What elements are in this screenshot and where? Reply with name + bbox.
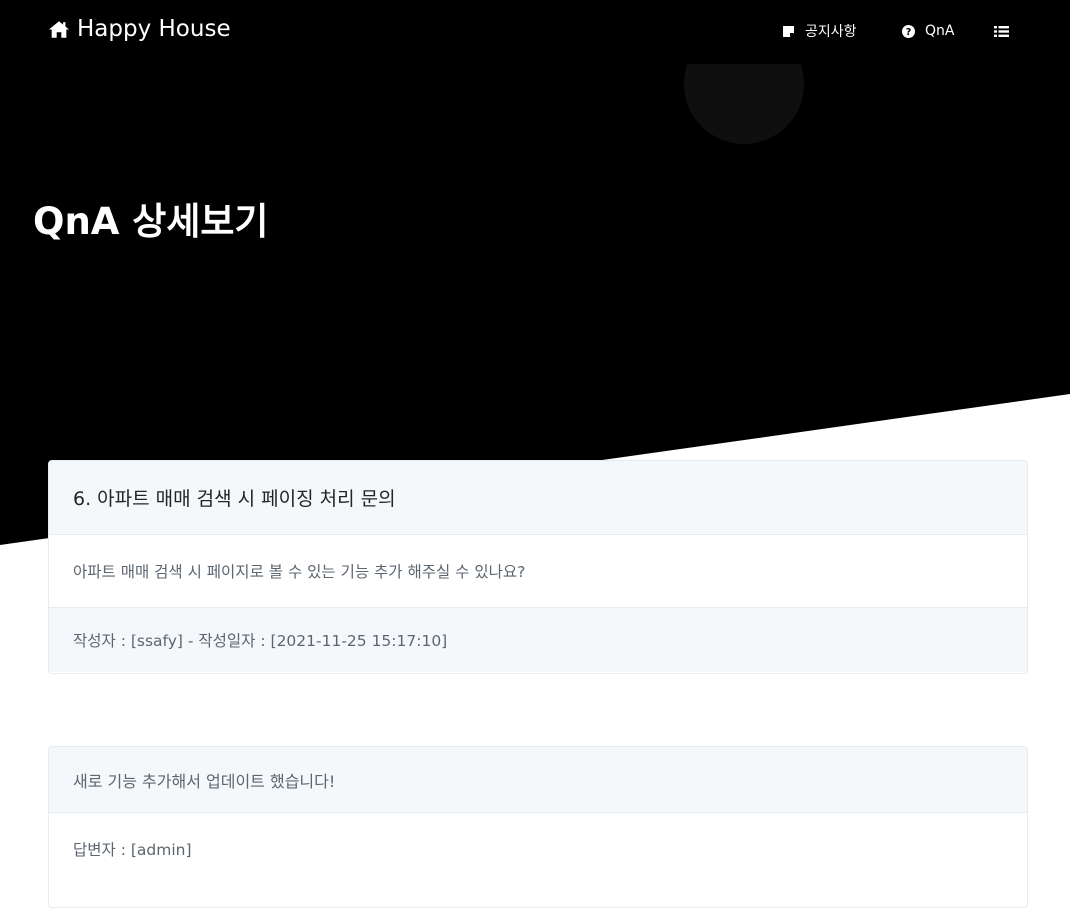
svg-text:?: ?: [906, 27, 912, 38]
top-navbar: Happy House 공지사항 ? QnA: [0, 0, 1070, 64]
question-title: 6. 아파트 매매 검색 시 페이징 처리 문의: [49, 461, 1027, 535]
question-card: 6. 아파트 매매 검색 시 페이징 처리 문의 아파트 매매 검색 시 페이지…: [48, 460, 1028, 674]
nav-menu[interactable]: [994, 20, 1019, 42]
nav-qna[interactable]: ? QnA: [902, 20, 954, 42]
nav-notice-label: 공지사항: [805, 24, 857, 40]
brand-name: Happy House: [77, 16, 231, 42]
list-icon: [994, 25, 1009, 37]
nav-qna-label: QnA: [925, 23, 955, 39]
answer-card: 새로 기능 추가해서 업데이트 했습니다! 답변자 : [admin]: [48, 746, 1028, 908]
question-meta: 작성자 : [ssafy] - 작성일자 : [2021-11-25 15:17…: [49, 608, 1027, 672]
home-icon: [48, 20, 70, 38]
question-content: 아파트 매매 검색 시 페이지로 볼 수 있는 기능 추가 해주실 수 있나요?: [49, 535, 1027, 608]
question-circle-icon: ?: [902, 24, 915, 38]
brand-link[interactable]: Happy House: [48, 13, 231, 45]
nav-notice[interactable]: 공지사항: [782, 20, 857, 42]
page-title: QnA 상세보기: [33, 200, 269, 243]
note-icon: [783, 25, 794, 37]
answer-content: 새로 기능 추가해서 업데이트 했습니다!: [49, 747, 1027, 813]
answer-author: 답변자 : [admin]: [73, 841, 192, 859]
